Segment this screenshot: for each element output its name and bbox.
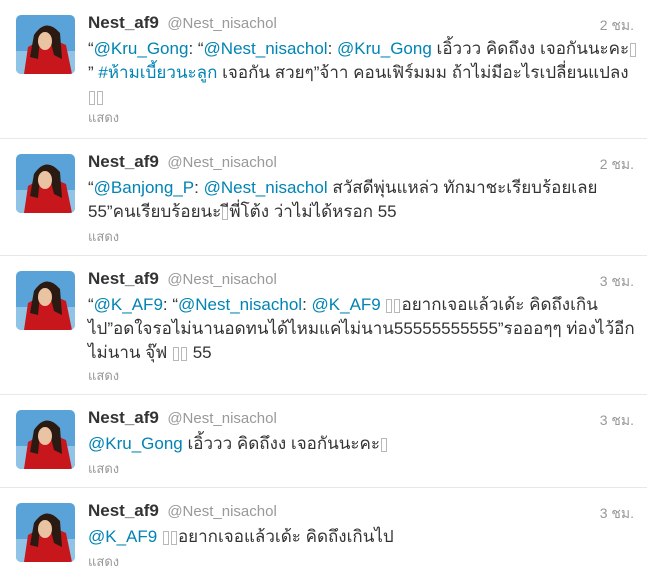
- tweet-text-segment: : “: [188, 39, 204, 58]
- profile-avatar[interactable]: [16, 154, 75, 213]
- missing-glyph-icon: [381, 437, 388, 452]
- user-screenname[interactable]: @Nest_nisachol: [167, 410, 276, 427]
- tweet-text: @Kru_Gong เอิ้ววว คิดถึงง เจอกันนะคะ: [88, 432, 638, 456]
- expand-link[interactable]: แสดง: [88, 226, 119, 247]
- profile-avatar[interactable]: [16, 503, 75, 562]
- tweet-header: Nest_af9 @Nest_nisachol: [88, 408, 277, 430]
- missing-glyph-icon: [222, 205, 229, 220]
- tweet-timestamp[interactable]: 3 ชม.: [600, 503, 634, 525]
- missing-glyph-icon: [173, 346, 179, 361]
- user-screenname[interactable]: @Nest_nisachol: [167, 154, 276, 171]
- tweet-header: Nest_af9 @Nest_nisachol: [88, 269, 277, 291]
- missing-glyph-icon: [162, 530, 169, 545]
- tweet-text-segment: อยากเจอแล้วเด้ะ คิดถึงเกินไป: [177, 527, 394, 546]
- tweet-text-segment: : “: [162, 295, 179, 314]
- tweet-text-segment: ีพี่โต้ง ว่าไม่ได้หรอก 55: [229, 202, 397, 221]
- tweet-header: Nest_af9 @Nest_nisachol: [88, 13, 277, 35]
- user-screenname[interactable]: @Nest_nisachol: [167, 15, 276, 32]
- tweet-text-segment: ”: [88, 63, 99, 82]
- tweet-item[interactable]: Nest_af9 @Nest_nisachol 3 ชม. “@K_AF9: “…: [0, 256, 647, 395]
- mention-link[interactable]: @Kru_Gong: [94, 39, 189, 58]
- user-screenname[interactable]: @Nest_nisachol: [167, 271, 276, 288]
- profile-avatar[interactable]: [16, 15, 75, 74]
- tweet-header: Nest_af9 @Nest_nisachol: [88, 152, 277, 174]
- tweet-text: “@Banjong_P: @Nest_nisachol สวัสดีพุ่นแห…: [88, 176, 638, 224]
- expand-link[interactable]: แสดง: [88, 458, 119, 479]
- user-fullname[interactable]: Nest_af9: [88, 408, 159, 427]
- missing-glyph-icon: [386, 298, 393, 313]
- tweet-text-segment: :: [302, 295, 312, 314]
- expand-link[interactable]: แสดง: [88, 365, 119, 386]
- mention-link[interactable]: @K_AF9: [312, 295, 381, 314]
- tweet-text-segment: เอิ้ววว คิดถึงง เจอกันนะคะ: [431, 39, 630, 58]
- missing-glyph-icon: [97, 90, 103, 105]
- tweet-item[interactable]: Nest_af9 @Nest_nisachol 3 ชม. @Kru_Gong …: [0, 395, 647, 488]
- tweet-text: “@Kru_Gong: “@Nest_nisachol: @Kru_Gong เ…: [88, 37, 638, 109]
- missing-glyph-icon: [170, 530, 177, 545]
- missing-glyph-icon: [181, 346, 187, 361]
- tweet-text-segment: [381, 295, 386, 314]
- missing-glyph-icon: [89, 90, 95, 105]
- tweet-text-segment: :: [327, 39, 338, 58]
- mention-link[interactable]: @Kru_Gong: [88, 434, 183, 453]
- profile-avatar[interactable]: [16, 410, 75, 469]
- tweet-text-segment: :: [194, 178, 204, 197]
- tweet-text-segment: [157, 527, 162, 546]
- tweet-item[interactable]: Nest_af9 @Nest_nisachol 2 ชม. “@Banjong_…: [0, 139, 647, 256]
- tweet-item[interactable]: Nest_af9 @Nest_nisachol 3 ชม. @K_AF9 อยา…: [0, 488, 647, 569]
- tweet-item[interactable]: Nest_af9 @Nest_nisachol 2 ชม. “@Kru_Gong…: [0, 0, 647, 139]
- tweet-text: “@K_AF9: “@Nest_nisachol: @K_AF9 อยากเจอ…: [88, 293, 638, 365]
- hashtag-link[interactable]: #ห้ามเบี้ยวนะลูก: [98, 63, 217, 82]
- tweet-timestamp[interactable]: 3 ชม.: [600, 410, 634, 432]
- user-fullname[interactable]: Nest_af9: [88, 501, 159, 520]
- tweet-timestamp[interactable]: 2 ชม.: [600, 154, 634, 176]
- missing-glyph-icon: [630, 42, 637, 57]
- mention-link[interactable]: @Banjong_P: [94, 178, 194, 197]
- mention-link[interactable]: @Nest_nisachol: [204, 178, 328, 197]
- profile-avatar[interactable]: [16, 271, 75, 330]
- tweet-header: Nest_af9 @Nest_nisachol: [88, 501, 277, 523]
- missing-glyph-icon: [394, 298, 401, 313]
- tweet-text: @K_AF9 อยากเจอแล้วเด้ะ คิดถึงเกินไป: [88, 525, 638, 549]
- expand-link[interactable]: แสดง: [88, 551, 119, 572]
- tweet-text-segment: 55: [188, 343, 212, 362]
- user-screenname[interactable]: @Nest_nisachol: [167, 503, 276, 520]
- mention-link[interactable]: @K_AF9: [88, 527, 157, 546]
- tweet-text-segment: เอิ้ววว คิดถึงง เจอกันนะคะ: [182, 434, 381, 453]
- tweet-timestamp[interactable]: 3 ชม.: [600, 271, 634, 293]
- tweet-timeline: Nest_af9 @Nest_nisachol 2 ชม. “@Kru_Gong…: [0, 0, 647, 569]
- user-fullname[interactable]: Nest_af9: [88, 152, 159, 171]
- mention-link[interactable]: @Kru_Gong: [337, 39, 432, 58]
- tweet-text-segment: เจอกัน สวยๆ”จ้าา คอนเฟิร์มมม ถ้าไม่มีอะไ…: [217, 63, 629, 82]
- mention-link[interactable]: @Nest_nisachol: [178, 295, 302, 314]
- expand-link[interactable]: แสดง: [88, 107, 119, 128]
- tweet-timestamp[interactable]: 2 ชม.: [600, 15, 634, 37]
- mention-link[interactable]: @K_AF9: [94, 295, 163, 314]
- user-fullname[interactable]: Nest_af9: [88, 13, 159, 32]
- mention-link[interactable]: @Nest_nisachol: [204, 39, 328, 58]
- user-fullname[interactable]: Nest_af9: [88, 269, 159, 288]
